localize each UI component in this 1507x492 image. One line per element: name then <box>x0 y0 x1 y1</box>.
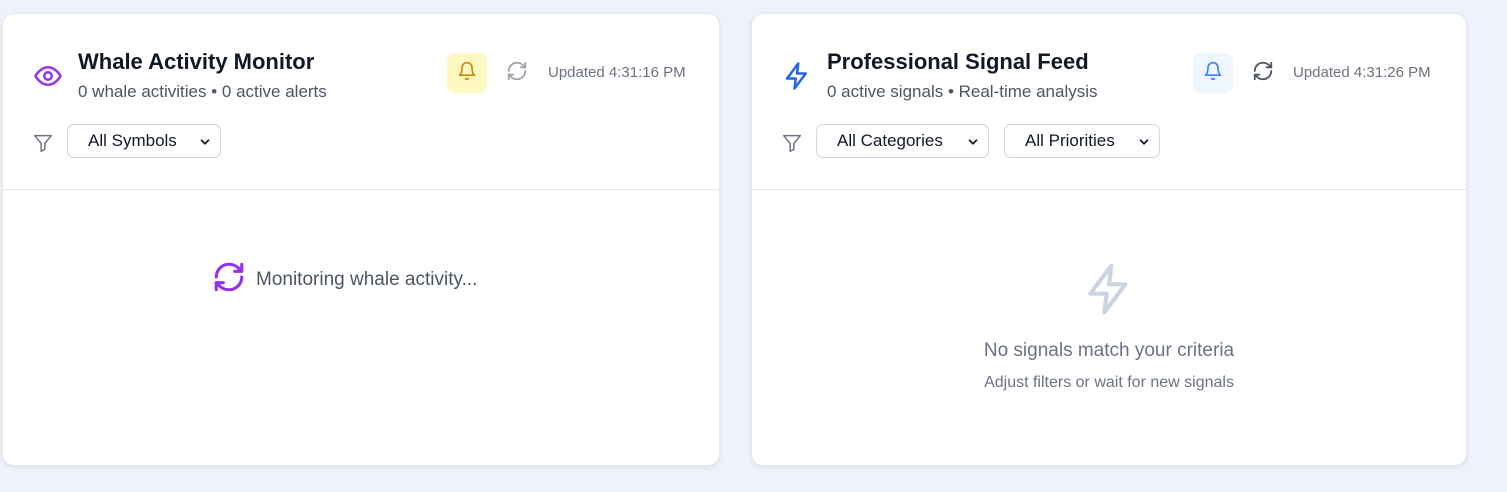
signal-panel-title: Professional Signal Feed <box>827 49 1089 74</box>
bell-icon <box>457 61 477 86</box>
lightning-icon <box>1081 263 1137 321</box>
chevron-down-icon <box>966 134 980 148</box>
signal-updated-time: Updated 4:31:26 PM <box>1293 64 1431 81</box>
signal-refresh-button[interactable] <box>1251 61 1275 85</box>
whale-activity-panel: Whale Activity Monitor 0 whale activitie… <box>2 13 720 466</box>
whale-alerts-bell-button[interactable] <box>447 53 487 93</box>
priority-filter-value: All Priorities <box>1025 131 1115 150</box>
filter-icon <box>32 132 54 154</box>
whale-loading-state: Monitoring whale activity... <box>212 260 477 299</box>
empty-state-subtitle: Adjust filters or wait for new signals <box>984 374 1234 391</box>
signal-alerts-bell-button[interactable] <box>1193 53 1233 93</box>
chevron-down-icon <box>198 134 212 148</box>
signal-feed-panel: Professional Signal Feed 0 active signal… <box>751 13 1467 466</box>
whale-panel-title: Whale Activity Monitor <box>78 49 315 74</box>
whale-panel-header: Whale Activity Monitor 0 whale activitie… <box>3 14 719 190</box>
whale-panel-subtitle: 0 whale activities • 0 active alerts <box>78 82 327 101</box>
signal-empty-state: No signals match your criteria Adjust fi… <box>752 261 1466 392</box>
category-filter-select[interactable]: All Categories <box>816 124 989 158</box>
empty-state-title: No signals match your criteria <box>983 340 1235 361</box>
whale-updated-time: Updated 4:31:16 PM <box>548 64 686 81</box>
whale-loading-text: Monitoring whale activity... <box>256 268 478 290</box>
chevron-down-icon <box>1137 134 1151 148</box>
refresh-spin-icon <box>212 260 246 299</box>
lightning-icon <box>782 61 812 91</box>
signal-panel-header: Professional Signal Feed 0 active signal… <box>752 14 1466 190</box>
signal-panel-subtitle: 0 active signals • Real-time analysis <box>827 82 1098 101</box>
category-filter-value: All Categories <box>837 131 943 150</box>
symbol-filter-select[interactable]: All Symbols <box>67 124 221 158</box>
filter-icon <box>781 132 803 154</box>
refresh-icon <box>1252 60 1274 87</box>
whale-refresh-button[interactable] <box>505 61 529 85</box>
bell-icon <box>1203 61 1223 86</box>
refresh-icon <box>506 60 528 87</box>
symbol-filter-value: All Symbols <box>88 131 177 150</box>
priority-filter-select[interactable]: All Priorities <box>1004 124 1160 158</box>
eye-icon <box>33 61 63 91</box>
